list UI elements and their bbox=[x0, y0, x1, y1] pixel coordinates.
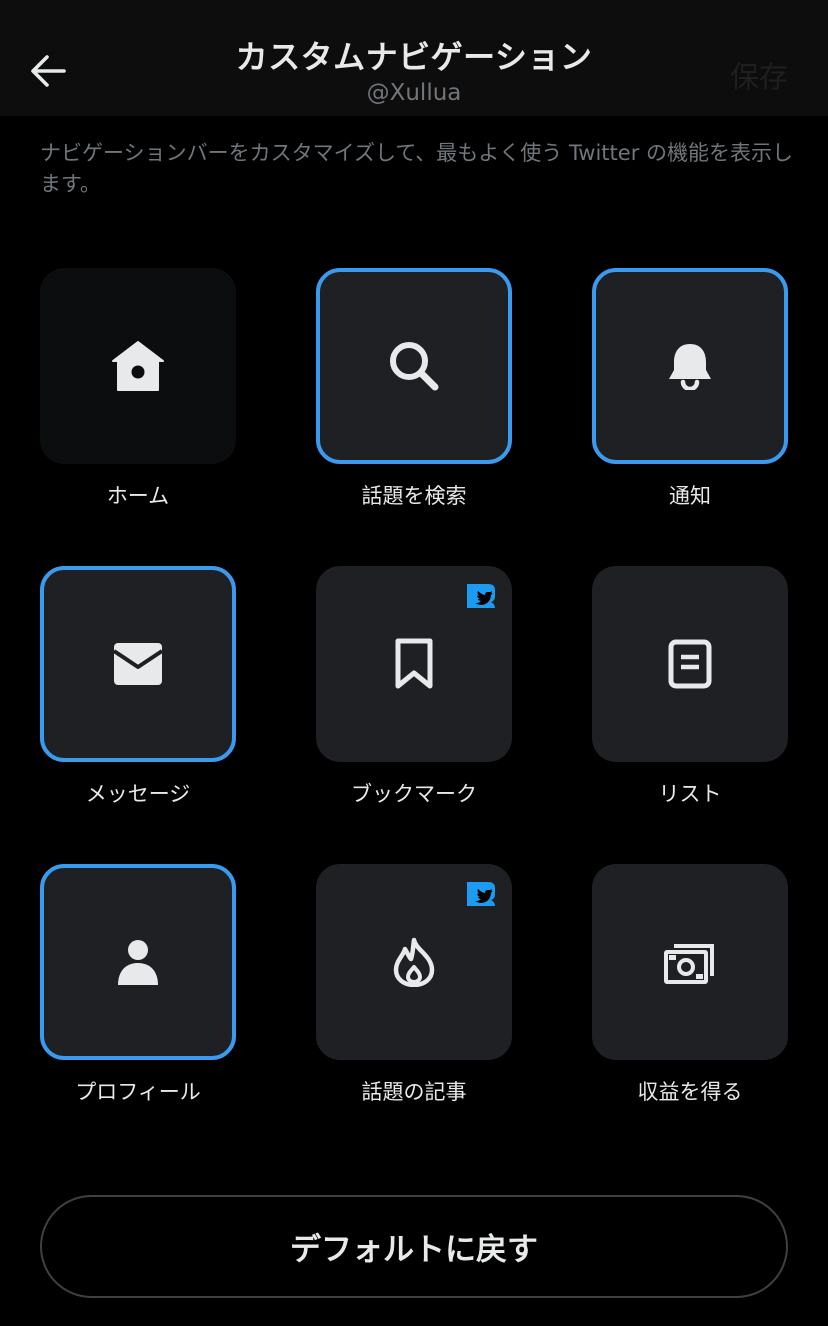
nav-tile[interactable] bbox=[316, 864, 512, 1060]
nav-item-notifications[interactable]: 通知 bbox=[592, 268, 788, 510]
nav-tile[interactable] bbox=[316, 566, 512, 762]
nav-item-messages[interactable]: メッセージ bbox=[40, 566, 236, 808]
flame-icon bbox=[393, 937, 435, 987]
envelope-icon bbox=[113, 643, 163, 685]
nav-tile[interactable] bbox=[592, 566, 788, 762]
list-icon bbox=[668, 639, 712, 689]
twitter-blue-badge-icon bbox=[467, 882, 495, 906]
home-icon bbox=[112, 341, 164, 391]
nav-item-profile[interactable]: プロフィール bbox=[40, 864, 236, 1106]
nav-tile[interactable] bbox=[40, 864, 236, 1060]
person-icon bbox=[118, 940, 158, 985]
nav-item-home[interactable]: ホーム bbox=[40, 268, 236, 510]
nav-item-label: 話題の記事 bbox=[361, 1080, 467, 1104]
twitter-blue-badge-icon bbox=[467, 584, 495, 608]
nav-item-label: ホーム bbox=[106, 484, 170, 508]
bookmark-icon bbox=[395, 638, 433, 689]
nav-item-search[interactable]: 話題を検索 bbox=[316, 268, 512, 510]
nav-item-bookmarks[interactable]: ブックマーク bbox=[316, 566, 512, 808]
nav-item-label: ブックマーク bbox=[351, 782, 477, 806]
money-icon bbox=[664, 944, 714, 984]
top-bar: カスタムナビゲーション @Xullua 保存 bbox=[0, 0, 828, 116]
nav-item-label: 話題を検索 bbox=[361, 484, 467, 508]
page-description: ナビゲーションバーをカスタマイズして、最もよく使う Twitter の機能を表示… bbox=[40, 141, 794, 196]
nav-tile[interactable] bbox=[592, 864, 788, 1060]
nav-item-label: 収益を得る bbox=[637, 1080, 743, 1104]
nav-tile[interactable] bbox=[40, 566, 236, 762]
nav-item-monetization[interactable]: 収益を得る bbox=[592, 864, 788, 1106]
nav-tile[interactable] bbox=[316, 268, 512, 464]
nav-tile[interactable] bbox=[40, 268, 236, 464]
nav-tile[interactable] bbox=[592, 268, 788, 464]
account-handle: @Xullua bbox=[366, 80, 462, 106]
page-title: カスタムナビゲーション bbox=[235, 38, 593, 76]
search-icon bbox=[390, 342, 439, 391]
reset-to-default-button[interactable]: デフォルトに戻す bbox=[40, 1195, 788, 1298]
nav-item-label: プロフィール bbox=[75, 1080, 201, 1104]
nav-item-label: メッセージ bbox=[85, 782, 191, 806]
save-button[interactable]: 保存 bbox=[730, 54, 788, 96]
nav-item-lists[interactable]: リスト bbox=[592, 566, 788, 808]
nav-item-label: リスト bbox=[658, 782, 722, 806]
bell-icon bbox=[669, 344, 711, 390]
nav-item-topic-articles[interactable]: 話題の記事 bbox=[316, 864, 512, 1106]
nav-item-label: 通知 bbox=[669, 484, 711, 508]
